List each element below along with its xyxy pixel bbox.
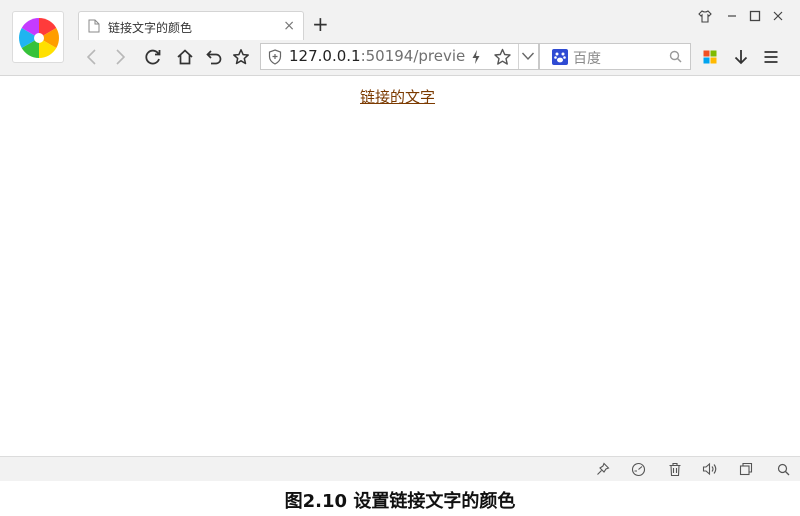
new-tab-button[interactable]: + xyxy=(312,13,329,35)
url-path: :50194/previe xyxy=(360,47,466,65)
zoom-icon[interactable] xyxy=(775,461,791,477)
minimize-icon[interactable] xyxy=(723,7,741,25)
undo-icon[interactable] xyxy=(202,45,226,69)
browser-logo[interactable] xyxy=(12,11,64,63)
speed-icon[interactable] xyxy=(630,461,646,477)
search-input[interactable]: 百度 xyxy=(573,48,601,68)
tab-active[interactable]: 链接文字的颜色 × xyxy=(78,11,304,40)
browser-toolbar: 链接文字的颜色 × + 127.0.0.1:50194/previe 百度 xyxy=(0,0,800,76)
reload-icon[interactable] xyxy=(141,45,165,69)
apps-grid-icon[interactable] xyxy=(698,45,722,69)
demo-link[interactable]: 链接的文字 xyxy=(360,86,435,107)
restore-icon[interactable] xyxy=(738,461,754,477)
skin-icon[interactable] xyxy=(696,7,714,25)
url-host: 127.0.0.1 xyxy=(289,47,361,65)
volume-icon[interactable] xyxy=(702,461,718,477)
favorite-icon[interactable] xyxy=(229,45,253,69)
search-icon[interactable] xyxy=(669,50,682,63)
bookmark-star-icon[interactable] xyxy=(493,48,512,66)
url-text[interactable]: 127.0.0.1:50194/previe xyxy=(289,47,467,65)
home-icon[interactable] xyxy=(173,45,197,69)
pin-icon[interactable] xyxy=(595,461,611,477)
trash-icon[interactable] xyxy=(667,461,683,477)
download-icon[interactable] xyxy=(729,45,753,69)
page-content: 链接的文字 xyxy=(0,77,800,456)
chevron-down-icon[interactable] xyxy=(521,51,535,61)
close-icon[interactable] xyxy=(769,7,787,25)
bolt-icon[interactable] xyxy=(471,49,481,65)
address-bar[interactable]: 127.0.0.1:50194/previe xyxy=(260,43,539,70)
status-bar xyxy=(0,456,800,481)
tab-close-icon[interactable]: × xyxy=(283,18,295,34)
back-icon[interactable] xyxy=(80,45,104,69)
menu-icon[interactable] xyxy=(759,45,783,69)
browser-logo-icon xyxy=(19,18,59,58)
forward-icon[interactable] xyxy=(108,45,132,69)
baidu-paw-icon xyxy=(552,49,568,65)
maximize-icon[interactable] xyxy=(746,7,764,25)
address-divider xyxy=(518,44,519,69)
browser-window: 链接文字的颜色 × + 127.0.0.1:50194/previe 百度 链接… xyxy=(0,0,800,481)
security-shield-icon xyxy=(268,49,282,65)
page-icon xyxy=(88,19,100,33)
tab-title: 链接文字的颜色 xyxy=(108,21,193,35)
search-box[interactable]: 百度 xyxy=(539,43,691,70)
figure-caption: 图2.10 设置链接文字的颜色 xyxy=(284,491,516,512)
